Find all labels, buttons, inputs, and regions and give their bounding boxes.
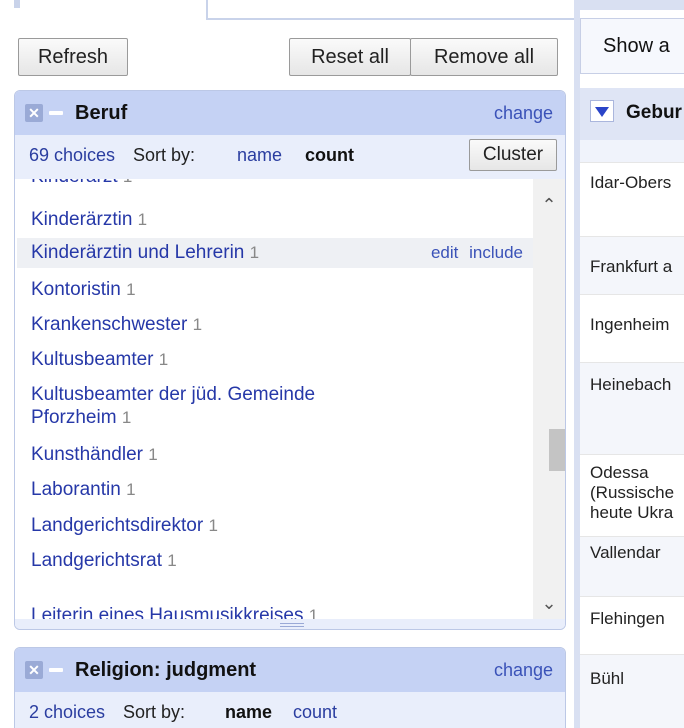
facet-resize-handle[interactable]	[15, 619, 565, 629]
sort-by-label: Sort by:	[123, 702, 186, 722]
table-cell[interactable]: Frankfurt a	[580, 236, 684, 294]
close-icon[interactable]: ✕	[25, 104, 43, 122]
column-subheader	[580, 140, 684, 162]
facet-choice[interactable]: Laborantin 1	[17, 478, 533, 501]
facet-choice-name[interactable]: Kultusbeamter	[31, 349, 154, 370]
facet-choice[interactable]: Kinderärztin und Lehrerin 1 edit include	[17, 238, 533, 268]
facet-choice[interactable]: Kultusbeamter 1	[17, 348, 533, 371]
show-as-bar: Show a	[580, 18, 684, 74]
facet-choice[interactable]: Kinderarzt 1	[17, 179, 533, 188]
choices-count-link[interactable]: 2 choices	[29, 702, 105, 723]
facet-change-link[interactable]: change	[494, 103, 553, 124]
minimize-icon[interactable]	[49, 111, 63, 115]
facet-choice-count: 1	[148, 445, 158, 464]
choices-count-link[interactable]: 69 choices	[29, 145, 115, 166]
facet-choice-count: 1	[123, 179, 132, 186]
facet-choice-name[interactable]: Landgerichtsdirektor	[31, 515, 203, 536]
facet-choice[interactable]: Kultusbeamter der jüd. Gemeinde Pforzhei…	[17, 383, 533, 429]
facet-choice-name[interactable]: Leiterin eines Hausmusikkreises	[31, 605, 303, 619]
facet-choice-name[interactable]: Kinderärztin und Lehrerin	[31, 242, 244, 263]
scroll-up-icon[interactable]: ⌃	[537, 193, 561, 217]
facet-choice[interactable]: Krankenschwester 1	[17, 313, 533, 336]
facet-religion-judgment: ✕ Religion: judgment change 2 choices So…	[14, 647, 566, 728]
facet-choice-actions: edit include	[425, 238, 523, 268]
facet-choice-include-link[interactable]: include	[469, 243, 523, 262]
grip-icon	[280, 623, 304, 627]
table-cell[interactable]: Flehingen	[580, 596, 684, 654]
facet-choice-count: 1	[126, 480, 136, 499]
table-cell[interactable]: Vallendar	[580, 536, 684, 596]
facet-list-scrollbar[interactable]: ⌃ ⌄	[533, 179, 565, 619]
facet-choice-name[interactable]: Kunsthändler	[31, 444, 143, 465]
refresh-button[interactable]: Refresh	[18, 38, 128, 76]
facet-choice-name[interactable]: Landgerichtsrat	[31, 550, 162, 571]
facet-choice[interactable]: Kontoristin 1	[17, 278, 533, 301]
sort-by-count-link[interactable]: count	[293, 702, 337, 723]
facet-title: Beruf	[75, 101, 128, 124]
column-header-label: Gebur	[626, 102, 682, 123]
close-icon[interactable]: ✕	[25, 661, 43, 679]
facet-choice-count: 1	[137, 210, 148, 229]
facet-choice[interactable]: Landgerichtsrat 1	[17, 549, 533, 572]
facet-choice-name[interactable]: Kinderarzt	[31, 179, 118, 187]
facet-choice-name[interactable]: Kultusbeamter der jüd. Gemeinde	[31, 383, 533, 406]
facet-choice-list[interactable]: Kinderarzt 1 Kinderärztin 1 Kinderärztin…	[17, 179, 533, 619]
sort-by-name-link[interactable]: name	[225, 702, 272, 723]
facet-choice[interactable]: Kinderärztin 1	[17, 208, 533, 231]
facet-choice-name-continued[interactable]: Pforzheim	[31, 407, 117, 428]
reset-all-button[interactable]: Reset all	[289, 38, 411, 76]
facet-choice-count: 1	[158, 350, 169, 369]
facet-panel: Refresh Reset all Remove all ✕ Beruf cha…	[0, 0, 574, 728]
facet-choice-count: 1	[208, 516, 218, 535]
facet-choice-count: 1	[167, 551, 177, 570]
remove-all-button[interactable]: Remove all	[410, 38, 558, 76]
facet-choice-count: 1	[192, 315, 203, 334]
sort-by-count-link[interactable]: count	[305, 145, 354, 166]
table-cell[interactable]: Heinebach	[580, 362, 684, 454]
data-table-topbar	[580, 0, 684, 10]
facet-panel-top-strip	[0, 0, 574, 22]
scrollbar-thumb[interactable]	[549, 429, 565, 471]
facet-choice-count: 1	[249, 243, 260, 262]
facet-choice-name[interactable]: Laborantin	[31, 479, 121, 500]
sort-by-label: Sort by:	[133, 145, 196, 165]
column-menu-button[interactable]	[590, 100, 614, 122]
facet-choice-edit-link[interactable]: edit	[431, 243, 458, 262]
facet-controls: 2 choices Sort by: name count	[15, 692, 565, 728]
table-cell[interactable]: Ingenheim	[580, 294, 684, 362]
facet-choice-count: 1	[126, 280, 136, 299]
facet-header: ✕ Religion: judgment change	[15, 648, 565, 692]
facet-choice[interactable]: Landgerichtsdirektor 1	[17, 514, 533, 537]
table-cell[interactable]: Idar-Obers	[580, 162, 684, 236]
column-header: Gebur	[580, 88, 684, 140]
cluster-button[interactable]: Cluster	[469, 139, 557, 171]
panel-edge-marker	[14, 0, 20, 8]
table-cell[interactable]: Bühl	[580, 654, 684, 728]
scroll-down-icon[interactable]: ⌄	[537, 591, 561, 615]
facet-change-link[interactable]: change	[494, 660, 553, 681]
table-cell[interactable]: Odessa (Russische heute Ukra	[580, 454, 684, 536]
facet-choice-name[interactable]: Kinderärztin	[31, 209, 132, 230]
facet-choice-count: 1	[121, 408, 132, 427]
minimize-icon[interactable]	[49, 668, 63, 672]
facet-controls: 69 choices Sort by: name count Cluster	[15, 135, 565, 179]
facet-choice-count: 1	[308, 606, 319, 619]
facet-choice-name[interactable]: Kontoristin	[31, 279, 121, 300]
show-as-label: Show a	[603, 35, 670, 57]
facet-panel-tab[interactable]	[206, 0, 574, 20]
sort-by-name-link[interactable]: name	[237, 145, 282, 166]
facet-title: Religion: judgment	[75, 658, 257, 681]
facet-choice[interactable]: Kunsthändler 1	[17, 443, 533, 466]
dropdown-triangle-icon	[595, 107, 609, 117]
facet-choice-name[interactable]: Krankenschwester	[31, 314, 187, 335]
facet-choice[interactable]: Leiterin eines Hausmusikkreises 1	[17, 604, 533, 619]
facet-header: ✕ Beruf change	[15, 91, 565, 135]
facet-beruf: ✕ Beruf change 69 choices Sort by: name …	[14, 90, 566, 630]
data-table-panel: Show a Gebur Idar-Obers Frankfurt a Inge…	[574, 0, 684, 728]
